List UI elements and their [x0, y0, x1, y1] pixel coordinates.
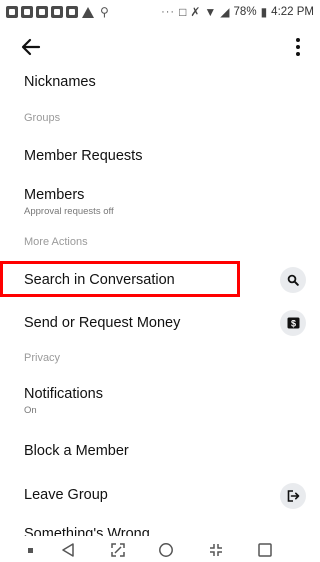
list-item-leave-group[interactable]: Leave Group: [0, 481, 320, 511]
something-wrong-label: Something's Wrong: [24, 526, 150, 536]
notification-icon: [21, 6, 33, 18]
clock: 4:22 PM: [271, 6, 314, 18]
circle-glyph: [159, 543, 173, 557]
dot: [296, 52, 300, 56]
notification-icon: [66, 6, 78, 18]
more-options-button[interactable]: [288, 32, 308, 62]
dot: [296, 45, 300, 49]
dot: [296, 38, 300, 42]
list-item-nicknames[interactable]: Nicknames: [0, 72, 320, 92]
dollar-icon[interactable]: $: [280, 310, 306, 336]
svg-text:$: $: [290, 319, 295, 329]
battery-percent: 78%: [233, 6, 257, 18]
app-bar: [0, 28, 320, 68]
magnifier-glyph: [287, 274, 299, 286]
members-label: Members: [24, 187, 85, 203]
nicknames-label: Nicknames: [24, 74, 96, 90]
block-member-label: Block a Member: [24, 443, 129, 459]
system-status: ··· □ ✗ ▼ ◢ 78% ▮ 4:22 PM: [161, 5, 314, 19]
warning-icon: [82, 6, 94, 18]
wifi-icon: ▼: [204, 5, 217, 19]
more-notifications-icon: ···: [161, 6, 176, 18]
members-subtitle: Approval requests off: [24, 206, 114, 217]
recents-nav-icon[interactable]: [255, 540, 275, 560]
dot-indicator-icon: [20, 540, 40, 560]
list-item-send-request-money[interactable]: Send or Request Money $: [0, 308, 320, 338]
triangle-left-glyph: [62, 543, 74, 557]
list-item-notifications[interactable]: Notifications On: [0, 383, 320, 417]
money-glyph: $: [287, 317, 299, 329]
list-item-member-requests[interactable]: Member Requests: [0, 145, 320, 169]
notification-icon: [36, 6, 48, 18]
mute-icon: ✗: [190, 5, 201, 19]
member-requests-label: Member Requests: [24, 148, 143, 164]
square-glyph: [258, 543, 272, 557]
edit-frame-glyph: [111, 543, 125, 557]
notification-icons: ⚲: [6, 5, 109, 19]
search-icon[interactable]: [280, 267, 306, 293]
list-item-members[interactable]: Members Approval requests off: [0, 184, 320, 220]
back-nav-icon[interactable]: [58, 540, 78, 560]
split-screen-icon[interactable]: [206, 540, 226, 560]
signal-icon: ◢: [220, 5, 230, 19]
notifications-subtitle: On: [24, 405, 37, 416]
list-item-something-wrong[interactable]: Something's Wrong: [0, 522, 320, 536]
battery-icon: ▮: [260, 5, 268, 19]
lock-icon: ⚲: [100, 5, 109, 19]
notification-icon: [51, 6, 63, 18]
arrow-left-icon: [21, 38, 41, 56]
status-bar: ⚲ ··· □ ✗ ▼ ◢ 78% ▮ 4:22 PM: [0, 0, 320, 24]
nfc-icon: □: [179, 5, 187, 19]
section-header-more-actions: More Actions: [24, 236, 88, 248]
exit-icon[interactable]: [280, 483, 306, 509]
leave-group-label: Leave Group: [24, 487, 108, 503]
system-navigation-bar: [0, 536, 320, 562]
notifications-label: Notifications: [24, 386, 103, 402]
home-nav-icon[interactable]: [156, 540, 176, 560]
collapse-glyph: [210, 544, 222, 556]
notification-icon: [6, 6, 18, 18]
send-request-money-label: Send or Request Money: [24, 315, 181, 331]
leave-glyph: [287, 490, 299, 502]
section-header-privacy: Privacy: [24, 352, 61, 364]
screenshot-edit-icon[interactable]: [108, 540, 128, 560]
highlight-box: [0, 261, 240, 297]
section-header-groups: Groups: [24, 112, 61, 124]
back-button[interactable]: [16, 32, 46, 62]
list-item-block-member[interactable]: Block a Member: [0, 440, 320, 464]
